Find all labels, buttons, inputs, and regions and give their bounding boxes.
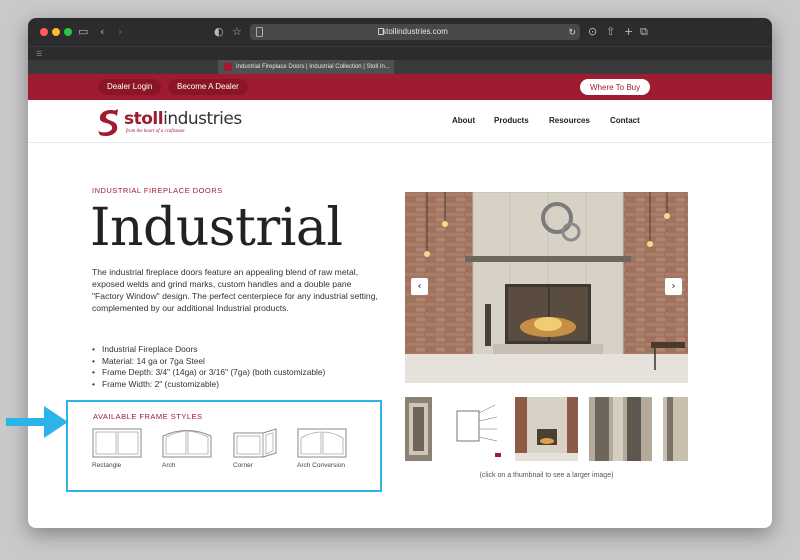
bookmark-star-icon[interactable]: ☆ [232,24,242,40]
page-title: Industrial [90,198,343,258]
privacy-shield-icon[interactable]: ◐ [214,24,224,40]
sidebar-toggle-icon[interactable]: ▭ [78,24,88,40]
thumbnail-caption: (click on a thumbnail to see a larger im… [479,472,614,479]
frame-style-arch-conversion[interactable]: Arch Conversion [297,428,347,469]
frame-style-arch[interactable]: Arch [162,428,212,469]
download-icon[interactable]: ⊙ [588,24,597,40]
arch-conversion-frame-icon [297,428,347,458]
spec-item: Industrial Fireplace Doors [92,344,392,356]
thumbnail-door-detail-image [405,397,432,461]
logo-wordmark: stollindustries [124,109,242,129]
stoll-s-logo-icon [98,109,118,136]
product-hero-image[interactable]: ‹ › [405,192,688,383]
thumbnail-5[interactable] [663,397,688,461]
frame-style-corner[interactable]: Corner [233,428,277,469]
url-text: stollindustries.com [382,27,448,36]
carousel-prev-button[interactable]: ‹ [411,278,428,295]
thumbnail-fireplace-image [515,397,578,461]
new-tab-icon[interactable]: + [624,24,633,40]
active-tab[interactable]: Industrial Fireplace Doors | Industrial … [218,60,394,74]
refresh-icon[interactable]: ↻ [568,24,576,40]
nav-resources[interactable]: Resources [549,116,590,125]
highlight-arrow-icon [6,406,68,438]
become-dealer-button[interactable]: Become A Dealer [168,79,248,95]
frame-style-label: Rectangle [92,462,122,469]
share-icon[interactable]: ⇧ [606,24,615,40]
frame-style-label: Corner [233,462,253,469]
zoom-window-button[interactable] [64,28,72,36]
bookmarks-bar: ☰ [28,46,772,60]
thumbnail-2[interactable] [445,397,504,461]
nav-about[interactable]: About [452,116,475,125]
address-bar[interactable]: stollindustries.com ↻ [250,24,580,40]
stoll-logo[interactable]: stollindustries from the heart of a craf… [96,108,242,136]
product-category: INDUSTRIAL FIREPLACE DOORS [92,186,223,195]
frame-styles-panel: AVAILABLE FRAME STYLES Rectangle Arch Co… [66,400,382,492]
spec-item: Frame Depth: 3/4" (14ga) or 3/16" (7ga) … [92,367,392,379]
minimize-window-button[interactable] [52,28,60,36]
forward-icon[interactable]: › [118,24,122,40]
frame-style-label: Arch Conversion [297,462,346,469]
logo-tagline: from the heart of a craftsman [126,129,185,134]
product-description: The industrial fireplace doors feature a… [92,267,378,313]
favicon-icon [224,63,232,71]
thumbnail-3[interactable] [515,397,578,461]
bookmarks-grid-icon[interactable]: ☰ [36,50,42,58]
corner-frame-icon [233,428,277,458]
thumbnail-4[interactable] [589,397,652,461]
product-specs: Industrial Fireplace Doors Material: 14 … [92,344,392,390]
frame-styles-title: AVAILABLE FRAME STYLES [93,412,203,421]
nav-contact[interactable]: Contact [610,116,640,125]
frame-style-rectangle[interactable]: Rectangle [92,428,142,469]
thumbnail-handle-detail-image [589,397,652,461]
fireplace-scene-illustration [405,192,688,383]
site-header: stollindustries from the heart of a craf… [28,100,772,143]
back-icon[interactable]: ‹ [100,24,104,40]
tab-bar: Industrial Fireplace Doors | Industrial … [28,60,772,74]
dealer-login-button[interactable]: Dealer Login [98,79,162,95]
frame-style-label: Arch [162,462,176,469]
tab-title: Industrial Fireplace Doors | Industrial … [236,64,390,70]
thumbnail-frame-corner-image [663,397,688,461]
browser-titlebar: ▭ ‹ › ◐ ☆ stollindustries.com ↻ ⊙ ⇧ + ⧉ [28,18,772,46]
nav-products[interactable]: Products [494,116,529,125]
thumbnail-1[interactable] [405,397,432,461]
carousel-next-button[interactable]: › [665,278,682,295]
browser-window: ▭ ‹ › ◐ ☆ stollindustries.com ↻ ⊙ ⇧ + ⧉ … [28,18,772,528]
close-window-button[interactable] [40,28,48,36]
thumbnail-diagram-image [445,397,504,461]
site-topbar: Dealer Login Become A Dealer Where To Bu… [28,74,772,100]
tab-overview-icon[interactable]: ⧉ [640,24,648,40]
arch-frame-icon [162,430,212,458]
spec-item: Frame Width: 2" (customizable) [92,379,392,391]
spec-item: Material: 14 ga or 7ga Steel [92,356,392,368]
rectangle-frame-icon [92,428,142,458]
thumbnail-strip [405,397,688,461]
where-to-buy-button[interactable]: Where To Buy [580,79,651,95]
